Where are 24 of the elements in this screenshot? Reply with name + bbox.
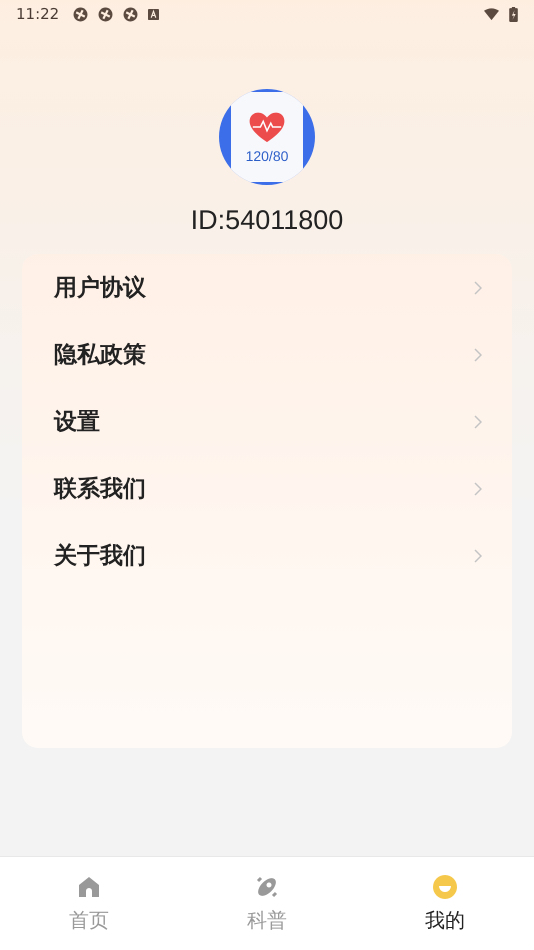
chevron-icon bbox=[474, 548, 482, 562]
menu-item[interactable]: 用户协议 bbox=[22, 254, 512, 321]
notification-icon bbox=[123, 6, 138, 22]
keyboard-icon bbox=[148, 8, 160, 20]
user-id: ID:54011800 bbox=[190, 205, 344, 236]
wifi-icon bbox=[484, 6, 499, 22]
chevron-icon bbox=[474, 280, 482, 294]
home-icon bbox=[77, 875, 101, 899]
notification-icon bbox=[98, 6, 114, 22]
notification-icon bbox=[73, 6, 88, 22]
chevron-icon bbox=[474, 482, 482, 496]
chevron-icon bbox=[474, 414, 482, 428]
menu-item[interactable]: 隐私政策 bbox=[22, 321, 512, 388]
blood-pressure-reading: 120/80 bbox=[246, 148, 288, 164]
tab[interactable]: 我的 bbox=[356, 857, 534, 950]
menu-item[interactable]: 关于我们 bbox=[22, 522, 512, 589]
heart-icon bbox=[248, 110, 286, 144]
menu-item[interactable]: 联系我们 bbox=[22, 455, 512, 522]
status-time: 11:22 bbox=[16, 5, 60, 23]
smile-icon bbox=[433, 875, 457, 899]
chevron-icon bbox=[474, 348, 482, 362]
battery-icon bbox=[509, 6, 518, 22]
menu-item[interactable]: 设置 bbox=[22, 388, 512, 455]
planet-icon bbox=[255, 875, 279, 899]
